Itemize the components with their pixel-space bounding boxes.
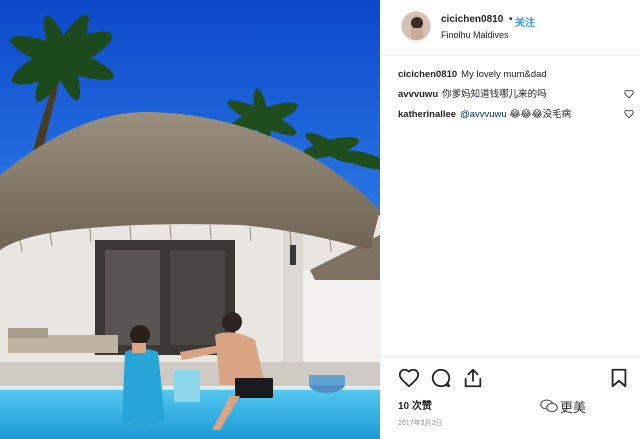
like-count[interactable]: 10 次赞 <box>398 397 432 412</box>
bookmark-icon[interactable] <box>608 367 630 389</box>
follow-button[interactable]: 关注 <box>515 14 535 29</box>
post-actions: 10 次赞 更美 2017年2月2日 <box>380 356 640 427</box>
share-icon[interactable] <box>462 367 484 389</box>
comment-item: katherinallee @avvvuwu 😂😂😂没毛病 <box>398 108 634 121</box>
heart-outline-icon[interactable] <box>624 109 634 119</box>
separator-dot: • <box>509 14 513 25</box>
post-date: 2017年2月2日 <box>398 420 443 427</box>
heart-icon[interactable] <box>398 367 420 389</box>
comment-username[interactable]: katherinallee <box>398 109 456 120</box>
comment-text: 😂😂😂没毛病 <box>509 109 572 120</box>
post-header: cicichen0810 • 关注 Finolhu Maldives <box>380 0 640 56</box>
comment-list: cicichen0810 My lovely mum&dad avvvuwu 你爹妈… <box>398 68 634 128</box>
comment-text: 你爹妈知道钱哪儿来的吗 <box>442 89 547 100</box>
comment-username[interactable]: avvvuwu <box>398 89 438 100</box>
wechat-icon <box>540 399 558 413</box>
avatar[interactable] <box>401 11 431 41</box>
post-username[interactable]: cicichen0810 <box>441 14 503 25</box>
post-photo[interactable] <box>0 0 380 439</box>
comment-username[interactable]: cicichen0810 <box>398 69 457 80</box>
post-sidebar: cicichen0810 • 关注 Finolhu Maldives cicic… <box>380 0 640 439</box>
comment-text: My lovely mum&dad <box>461 69 547 80</box>
comment-item: avvvuwu 你爹妈知道钱哪儿来的吗 <box>398 88 634 101</box>
post-photo-illustration <box>0 0 380 439</box>
comment-item: cicichen0810 My lovely mum&dad <box>398 68 634 81</box>
comment-icon[interactable] <box>430 367 452 389</box>
heart-outline-icon[interactable] <box>624 89 634 99</box>
comment-mention[interactable]: @avvvuwu <box>460 109 507 120</box>
post-location[interactable]: Finolhu Maldives <box>441 30 509 40</box>
watermark-text: 更美 <box>560 400 587 415</box>
